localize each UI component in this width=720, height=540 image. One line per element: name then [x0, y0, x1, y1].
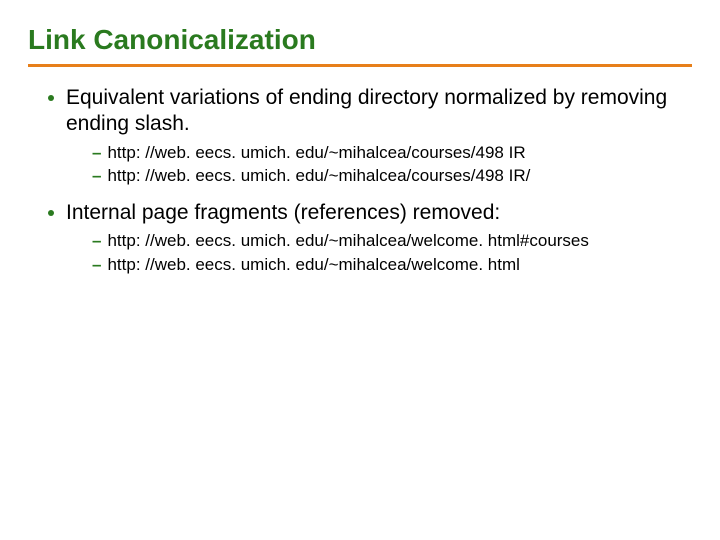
sub-list: – http: //web. eecs. umich. edu/~mihalce…	[92, 230, 692, 275]
title-divider	[28, 64, 692, 67]
dash-icon: –	[92, 142, 101, 163]
bullet-item: Internal page fragments (references) rem…	[48, 200, 692, 226]
dash-icon: –	[92, 165, 101, 186]
sub-item: – http: //web. eecs. umich. edu/~mihalce…	[92, 254, 692, 275]
sub-text: http: //web. eecs. umich. edu/~mihalcea/…	[107, 230, 588, 251]
bullet-item: Equivalent variations of ending director…	[48, 85, 692, 138]
sub-item: – http: //web. eecs. umich. edu/~mihalce…	[92, 165, 692, 186]
sub-text: http: //web. eecs. umich. edu/~mihalcea/…	[107, 142, 525, 163]
bullet-text: Equivalent variations of ending director…	[66, 85, 692, 138]
sub-list: – http: //web. eecs. umich. edu/~mihalce…	[92, 142, 692, 187]
sub-item: – http: //web. eecs. umich. edu/~mihalce…	[92, 142, 692, 163]
slide: Link Canonicalization Equivalent variati…	[0, 0, 720, 540]
sub-text: http: //web. eecs. umich. edu/~mihalcea/…	[107, 254, 519, 275]
dash-icon: –	[92, 230, 101, 251]
bullet-icon	[48, 95, 54, 101]
sub-item: – http: //web. eecs. umich. edu/~mihalce…	[92, 230, 692, 251]
slide-content: Equivalent variations of ending director…	[28, 85, 692, 275]
dash-icon: –	[92, 254, 101, 275]
bullet-text: Internal page fragments (references) rem…	[66, 200, 500, 226]
bullet-icon	[48, 210, 54, 216]
slide-title: Link Canonicalization	[28, 24, 692, 56]
sub-text: http: //web. eecs. umich. edu/~mihalcea/…	[107, 165, 530, 186]
